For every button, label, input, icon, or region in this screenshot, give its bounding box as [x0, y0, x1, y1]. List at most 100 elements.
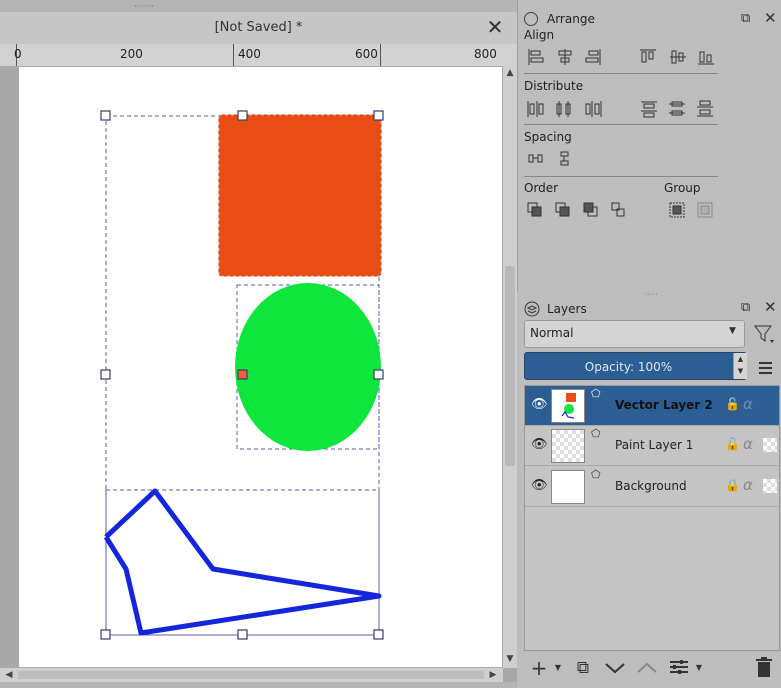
resize-handle-left[interactable] [100, 369, 111, 380]
close-docker-icon[interactable]: ✕ [764, 298, 777, 316]
layer-name[interactable]: Paint Layer 1 [615, 438, 693, 452]
inherit-alpha-icon[interactable] [763, 438, 777, 452]
close-document-icon[interactable]: ✕ [485, 16, 505, 38]
ruler-label: 200 [120, 47, 143, 61]
alpha-lock-icon[interactable]: α [743, 395, 753, 413]
paint-layer-type-icon: ⬠ [591, 427, 601, 440]
scroll-right-icon[interactable]: ▶ [486, 670, 500, 680]
vertical-scroll-thumb[interactable] [505, 266, 515, 466]
paint-layer-type-icon: ⬠ [591, 468, 601, 481]
arrange-icon [524, 12, 538, 26]
svg-text:·······: ······· [134, 2, 154, 12]
filter-icon[interactable] [752, 322, 776, 346]
arrange-docker [517, 0, 781, 292]
scroll-up-icon[interactable]: ▲ [503, 68, 517, 78]
orange-rectangle-shape[interactable] [218, 114, 382, 277]
ungroup-icon[interactable] [697, 202, 713, 218]
vertical-spacing-icon[interactable] [560, 151, 569, 166]
close-docker-icon[interactable]: ✕ [764, 9, 777, 27]
layer-name[interactable]: Background [615, 479, 687, 493]
layer-name[interactable]: Vector Layer 2 [615, 398, 713, 412]
opacity-spinbox[interactable]: ▲ ▼ [733, 353, 747, 379]
layer-row-background[interactable]: 👁 ⬠ Background 🔒 α [525, 467, 779, 507]
add-layer-icon[interactable]: + [528, 656, 550, 680]
distribute-toolbar [527, 100, 713, 118]
properties-menu-chevron-icon[interactable]: ▼ [694, 656, 704, 680]
bring-to-front-icon[interactable] [527, 202, 542, 217]
layer-row-paint-layer-1[interactable]: 👁 ⬠ Paint Layer 1 🔓 α [525, 426, 779, 466]
inherit-alpha-icon[interactable] [763, 479, 777, 493]
alpha-lock-icon[interactable]: α [743, 476, 753, 494]
distribute-vcenter-icon[interactable] [669, 101, 685, 116]
send-to-back-icon[interactable] [611, 202, 625, 217]
resize-handle-right[interactable] [373, 369, 384, 380]
scroll-left-icon[interactable]: ◀ [2, 670, 16, 680]
rotation-center-handle[interactable] [237, 369, 248, 380]
visibility-eye-icon[interactable]: 👁 [531, 397, 548, 412]
add-layer-menu-chevron-icon[interactable]: ▼ [553, 656, 563, 680]
alpha-lock-icon[interactable]: α [743, 435, 753, 453]
float-docker-icon[interactable]: ⧉ [741, 11, 750, 26]
separator [524, 73, 718, 74]
resize-handle-bottom-right[interactable] [373, 629, 384, 640]
opacity-value: Opacity: 100% [584, 360, 673, 374]
layer-properties-icon[interactable] [667, 656, 691, 678]
align-label: Align [524, 28, 555, 42]
distribute-left-icon[interactable] [527, 101, 544, 117]
distribute-label: Distribute [524, 79, 584, 93]
align-toolbar [528, 49, 714, 65]
lower-icon[interactable] [583, 202, 598, 217]
resize-handle-top-left[interactable] [100, 110, 111, 121]
increment-icon[interactable]: ▲ [734, 353, 747, 365]
scroll-down-icon[interactable]: ▼ [503, 654, 517, 664]
green-ellipse-shape[interactable] [235, 283, 381, 451]
layers-icon [524, 301, 540, 317]
distribute-top-icon[interactable] [641, 101, 657, 118]
unlocked-icon[interactable]: 🔓 [725, 397, 740, 411]
layers-title: Layers [547, 302, 587, 316]
locked-icon[interactable]: 🔒 [725, 478, 740, 492]
resize-handle-top-right[interactable] [373, 110, 384, 121]
align-vcenter-icon[interactable] [670, 50, 686, 64]
ruler-label: 400 [238, 47, 261, 61]
resize-handle-top[interactable] [237, 110, 248, 121]
layer-row-vector-layer-2[interactable]: 👁 ⬠ Vector Layer 2 🔓 α [525, 386, 779, 426]
document-title: [Not Saved] * [214, 20, 303, 35]
distribute-right-icon[interactable] [585, 101, 602, 117]
duplicate-layer-icon[interactable]: ⧉ [572, 656, 594, 680]
ruler-label: 0 [14, 47, 22, 61]
spacing-label: Spacing [524, 130, 572, 144]
resize-handle-bottom[interactable] [237, 629, 248, 640]
order-toolbar [527, 202, 713, 218]
delete-layer-icon[interactable] [753, 656, 775, 680]
layer-thumbnail [551, 389, 585, 423]
align-top-icon[interactable] [640, 49, 656, 63]
float-docker-icon[interactable]: ⧉ [741, 300, 750, 315]
raise-icon[interactable] [555, 202, 570, 217]
ruler-label: 600 [355, 47, 378, 61]
distribute-center-icon[interactable] [556, 101, 571, 117]
vector-layer-type-icon: ⬠ [591, 387, 601, 400]
order-label: Order [524, 181, 559, 195]
layer-thumbnail [551, 429, 585, 463]
visibility-eye-icon[interactable]: 👁 [531, 437, 548, 452]
align-bottom-icon[interactable] [698, 51, 714, 65]
unlocked-icon[interactable]: 🔓 [725, 437, 740, 451]
align-hcenter-icon[interactable] [558, 49, 572, 65]
chevron-down-icon: ▼ [729, 326, 736, 336]
horizontal-scroll-thumb[interactable] [18, 671, 484, 679]
horizontal-spacing-icon[interactable] [528, 154, 543, 163]
layer-thumbnail [551, 470, 585, 504]
visibility-eye-icon[interactable]: 👁 [531, 478, 548, 493]
align-left-icon[interactable] [528, 49, 544, 65]
window-grip[interactable]: ······· [0, 0, 517, 12]
distribute-bottom-icon[interactable] [697, 100, 713, 117]
decrement-icon[interactable]: ▼ [734, 365, 747, 377]
align-right-icon[interactable] [585, 49, 601, 65]
move-layer-down-icon[interactable] [603, 658, 627, 678]
resize-handle-bottom-left[interactable] [100, 629, 111, 640]
window-grip-bottom[interactable] [0, 682, 517, 688]
group-icon[interactable] [669, 202, 685, 218]
move-layer-up-icon[interactable] [635, 658, 659, 678]
hamburger-menu-icon[interactable] [757, 358, 777, 378]
